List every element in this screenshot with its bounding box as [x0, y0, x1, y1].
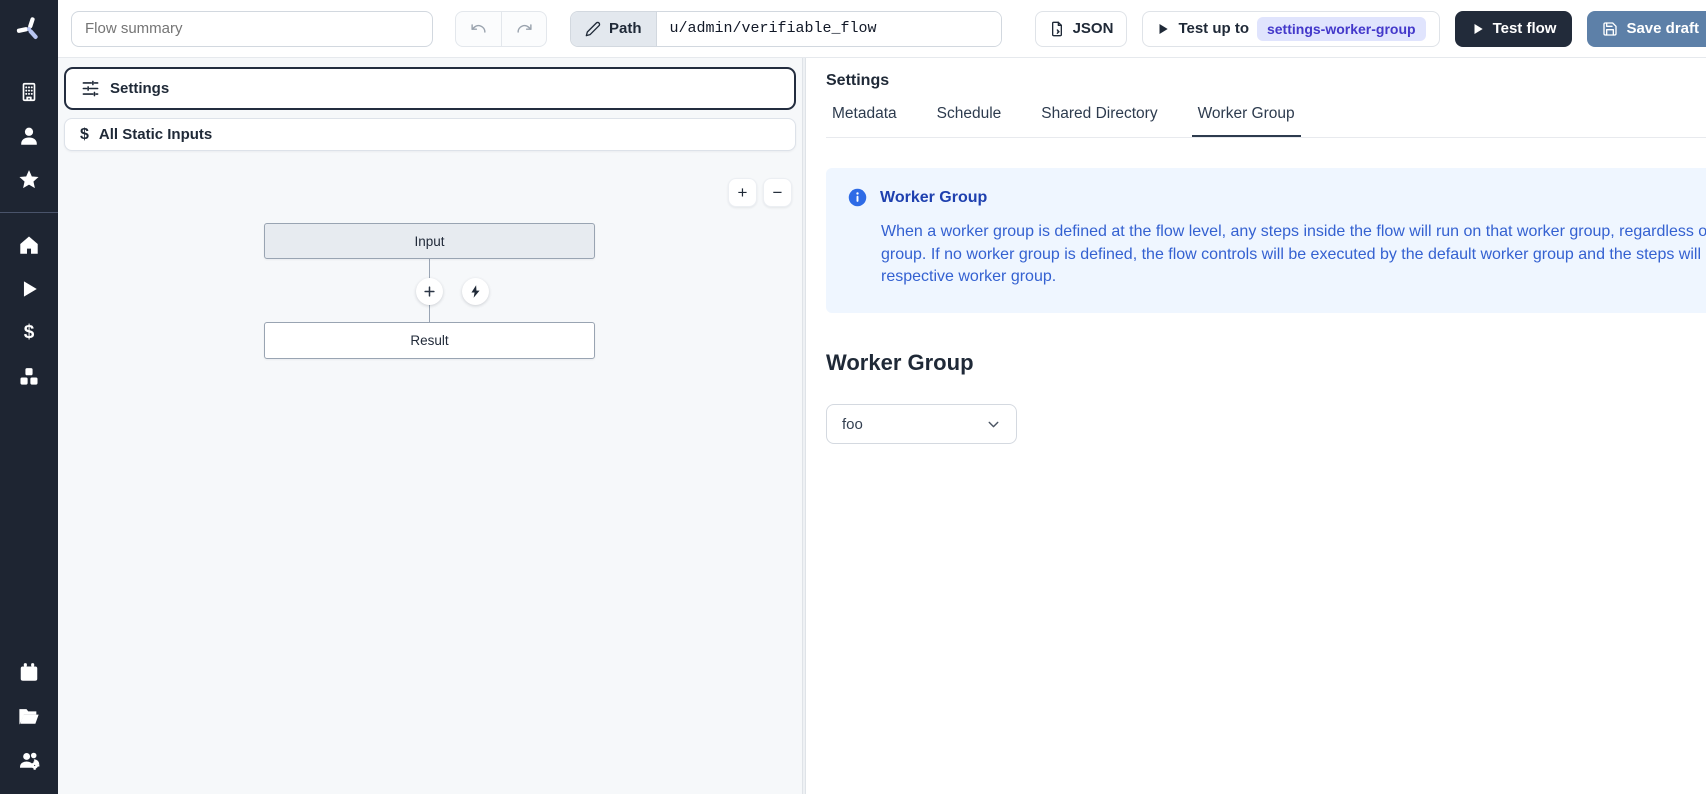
result-node[interactable]: Result: [264, 322, 595, 359]
building-icon: [18, 81, 40, 103]
sidebar-item-variables[interactable]: $: [0, 311, 58, 355]
play-outline-icon: [1156, 22, 1170, 36]
tab-schedule[interactable]: Schedule: [931, 105, 1008, 137]
flow-settings-label: Settings: [110, 80, 169, 97]
workspace: Settings $ All Static Inputs + − Input: [58, 58, 1706, 794]
main-column: Path JSON Test up to: [58, 0, 1706, 794]
add-trigger-button[interactable]: [462, 278, 489, 305]
settings-panel-title: Settings: [826, 72, 1706, 90]
worker-group-select[interactable]: foo: [826, 404, 1017, 444]
dollar-small-icon: $: [80, 126, 89, 144]
folder-open-icon: [18, 705, 40, 727]
info-icon: [847, 187, 868, 208]
sidebar-item-schedules[interactable]: [0, 650, 58, 694]
test-flow-label: Test flow: [1493, 20, 1557, 37]
save-draft-button[interactable]: Save draft: [1587, 11, 1706, 47]
redo-icon: [516, 20, 533, 37]
worker-group-select-value: foo: [842, 416, 863, 433]
add-step-button[interactable]: [416, 278, 443, 305]
test-flow-button[interactable]: Test flow: [1455, 11, 1573, 47]
play-filled-icon: [1471, 22, 1485, 36]
flow-settings-item[interactable]: Settings: [64, 67, 796, 110]
undo-button[interactable]: [456, 12, 501, 46]
sidebar-divider: [0, 212, 58, 213]
settings-tabs: Metadata Schedule Shared Directory Worke…: [826, 105, 1706, 138]
sidebar-item-home[interactable]: [0, 223, 58, 267]
boxes-icon: [18, 366, 40, 388]
user-icon: [18, 125, 40, 147]
undo-icon: [470, 20, 487, 37]
all-static-inputs-item[interactable]: $ All Static Inputs: [64, 118, 796, 151]
info-callout-title: Worker Group: [880, 189, 987, 207]
tab-worker-group[interactable]: Worker Group: [1192, 105, 1301, 137]
left-sidebar: $: [0, 0, 58, 794]
user-group-gear-icon: [18, 749, 41, 772]
sidebar-item-workers[interactable]: [0, 738, 58, 782]
tab-shared-directory[interactable]: Shared Directory: [1035, 105, 1163, 137]
dollar-icon: $: [24, 322, 35, 344]
path-group: Path: [570, 11, 1002, 47]
flow-canvas[interactable]: Settings $ All Static Inputs + − Input: [58, 58, 802, 794]
zoom-in-button[interactable]: +: [728, 178, 757, 207]
chevron-down-icon: [985, 416, 1002, 433]
app-root: $: [0, 0, 1706, 794]
sidebar-item-user[interactable]: [0, 114, 58, 158]
windmill-logo[interactable]: [0, 0, 58, 58]
undo-redo-group: [455, 11, 547, 47]
json-button-label: JSON: [1073, 20, 1114, 37]
test-up-to-label: Test up to: [1178, 20, 1249, 37]
sidebar-item-favorites[interactable]: [0, 158, 58, 202]
input-node[interactable]: Input: [264, 223, 595, 259]
flow-summary-input[interactable]: [71, 11, 433, 47]
zoom-out-button[interactable]: −: [763, 178, 792, 207]
windmill-logo-icon: [14, 14, 44, 44]
lightning-icon: [468, 284, 483, 299]
pencil-icon: [585, 21, 601, 37]
path-input[interactable]: [657, 12, 1001, 46]
file-json-icon: [1049, 21, 1065, 37]
sidebar-item-resources[interactable]: [0, 355, 58, 399]
topbar-actions: JSON Test up to settings-worker-group Te…: [1035, 11, 1706, 47]
settings-panel: Settings Metadata Schedule Shared Direct…: [806, 58, 1706, 794]
sidebar-icon-list: $: [0, 58, 58, 794]
info-callout-header: Worker Group: [847, 187, 1706, 208]
plus-icon: [422, 284, 437, 299]
save-draft-label: Save draft: [1626, 20, 1699, 37]
star-icon: [18, 169, 40, 191]
sidebar-item-runs[interactable]: [0, 267, 58, 311]
sidebar-item-workspace[interactable]: [0, 70, 58, 114]
calendar-icon: [18, 661, 40, 683]
play-icon: [18, 278, 40, 300]
redo-button[interactable]: [501, 12, 546, 46]
sidebar-item-folders[interactable]: [0, 694, 58, 738]
save-icon: [1602, 21, 1618, 37]
json-button[interactable]: JSON: [1035, 11, 1128, 47]
path-edit-button[interactable]: Path: [571, 12, 657, 46]
test-up-to-button[interactable]: Test up to settings-worker-group: [1142, 11, 1439, 47]
info-callout-body: When a worker group is defined at the fl…: [881, 221, 1706, 289]
topbar: Path JSON Test up to: [58, 0, 1706, 58]
test-up-to-target-badge: settings-worker-group: [1257, 17, 1426, 41]
canvas-zoom-controls: + −: [728, 178, 792, 207]
tab-metadata[interactable]: Metadata: [826, 105, 903, 137]
sliders-icon: [81, 79, 100, 98]
worker-group-heading: Worker Group: [826, 350, 1706, 376]
path-label: Path: [609, 20, 642, 37]
all-static-inputs-label: All Static Inputs: [99, 126, 212, 143]
worker-group-info-callout: Worker Group When a worker group is defi…: [826, 168, 1706, 313]
home-icon: [18, 234, 40, 256]
